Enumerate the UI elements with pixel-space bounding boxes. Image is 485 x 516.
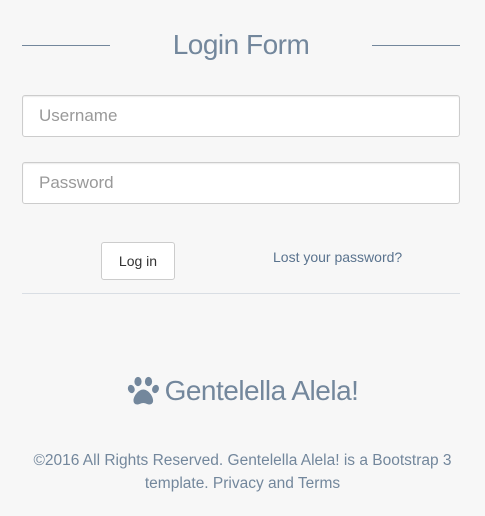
username-input[interactable]	[22, 95, 460, 137]
login-button[interactable]: Log in	[101, 242, 175, 280]
lost-password-link[interactable]: Lost your password?	[273, 248, 402, 266]
brand: Gentelella Alela!	[0, 374, 485, 408]
title-right-divider	[372, 44, 460, 46]
login-page: Login Form Log in Lost your password? Ge…	[0, 0, 485, 516]
login-header: Login Form	[22, 28, 460, 62]
page-title: Login Form	[172, 29, 310, 60]
title-left-divider	[22, 44, 110, 46]
footer-copyright: ©2016 All Rights Reserved. Gentelella Al…	[33, 452, 452, 492]
brand-name: Gentelella Alela!	[164, 375, 359, 406]
form-separator	[22, 293, 460, 294]
paw-icon	[127, 375, 160, 407]
password-input[interactable]	[22, 162, 460, 204]
